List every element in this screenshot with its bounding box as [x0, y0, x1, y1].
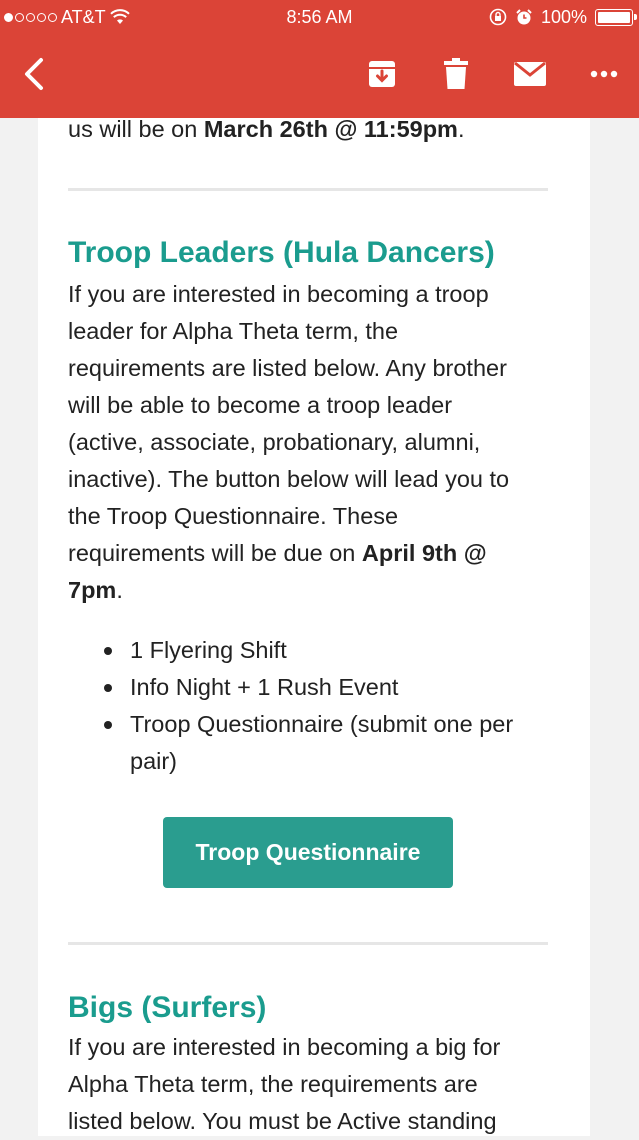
- mail-icon[interactable]: [510, 54, 550, 94]
- body-line: Alpha Theta term, the requirements are: [68, 1071, 478, 1097]
- body-line: will be able to become a troop leader: [68, 392, 453, 418]
- status-bar: AT&T 8:56 AM 100%: [0, 0, 639, 34]
- list-item: Info Night + 1 Rush Event: [100, 669, 560, 706]
- body-line: (active, associate, probationary, alumni…: [68, 429, 481, 455]
- battery-icon: [595, 8, 637, 26]
- archive-icon[interactable]: [362, 54, 402, 94]
- due-prefix: requirements will be due on: [68, 540, 362, 566]
- divider: [68, 188, 548, 191]
- rotation-lock-icon: [489, 8, 507, 26]
- divider: [68, 942, 548, 945]
- due-time: 7pm: [68, 577, 117, 603]
- section-heading-bigs: Bigs (Surfers): [68, 991, 267, 1024]
- due-suffix: .: [116, 577, 123, 603]
- section-body-troop-leaders: If you are interested in becoming a troo…: [68, 276, 558, 609]
- body-line: listed below. You must be Active standin…: [68, 1108, 497, 1134]
- list-item: Troop Questionnaire (submit one per: [100, 706, 560, 743]
- due-date: April 9th @: [361, 540, 487, 566]
- alarm-icon: [516, 9, 532, 25]
- troop-questionnaire-button[interactable]: Troop Questionnaire: [163, 817, 453, 888]
- body-line: the Troop Questionnaire. These: [68, 503, 399, 529]
- body-line: If you are interested in becoming a troo…: [68, 281, 489, 307]
- section-body-bigs: If you are interested in becoming a big …: [68, 1029, 558, 1140]
- body-line: If you are interested in becoming a big …: [68, 1034, 501, 1060]
- status-right: 100%: [489, 0, 637, 34]
- requirements-list: 1 Flyering Shift Info Night + 1 Rush Eve…: [100, 632, 560, 780]
- list-item: 1 Flyering Shift: [100, 632, 560, 669]
- more-icon[interactable]: [584, 54, 624, 94]
- back-arrow-icon[interactable]: [14, 54, 54, 94]
- body-line: leader for Alpha Theta term, the: [68, 318, 399, 344]
- body-line: requirements are listed below. Any broth…: [68, 355, 507, 381]
- body-line: inactive). The button below will lead yo…: [68, 466, 510, 492]
- intro-prefix: us will be on: [68, 116, 204, 142]
- trash-icon[interactable]: [436, 54, 476, 94]
- due-line-2: 7pm.: [68, 572, 558, 609]
- section-heading-troop-leaders: Troop Leaders (Hula Dancers): [68, 236, 495, 269]
- nav-bar: [0, 34, 639, 118]
- due-line: requirements will be due on April 9th @: [68, 535, 558, 572]
- top-bar: AT&T 8:56 AM 100%: [0, 0, 639, 118]
- intro-date: March 26th @ 11:59pm: [203, 116, 458, 142]
- intro-suffix: .: [457, 116, 465, 142]
- battery-percent: 100%: [540, 7, 587, 27]
- list-item-continuation: pair): [130, 748, 178, 774]
